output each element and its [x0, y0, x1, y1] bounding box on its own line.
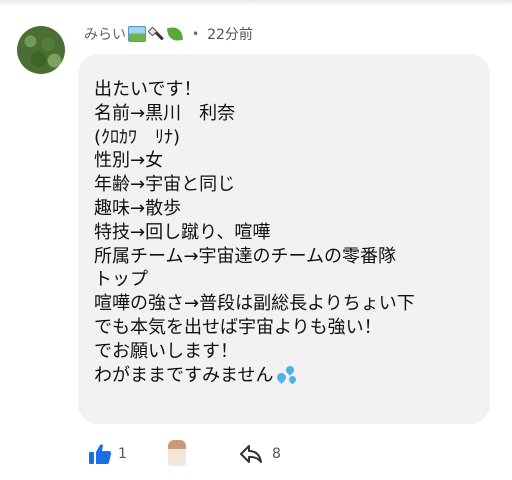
comment-line: (ｸﾛｶﾜ ﾘﾅ)	[94, 126, 181, 148]
paintbrush-emoji-icon	[148, 26, 164, 42]
framed-picture-emoji-icon	[128, 26, 146, 42]
comment-line: 趣味→散歩	[94, 197, 182, 219]
leaf-emoji-icon	[166, 25, 184, 43]
comment-header: みらい • 22分前	[84, 22, 253, 46]
separator-dot: •	[192, 27, 200, 41]
comment-line: 年齢→宇宙と同じ	[94, 174, 236, 196]
comment-line: 名前→黒川 利奈	[94, 102, 236, 124]
avatar[interactable]	[17, 26, 65, 74]
top-shadow	[0, 0, 512, 6]
comment-line: でお願いします！	[94, 340, 238, 362]
comment-line: でも本気を出せば宇宙よりも強い！	[94, 316, 382, 338]
reply-count: 8	[272, 446, 281, 462]
comment-body: 出たいです！ 名前→黒川 利奈 (ｸﾛｶﾜ ﾘﾅ) 性別→女 年齢→宇宙と同じ …	[94, 78, 486, 387]
like-count: 1	[118, 446, 127, 462]
sweat-droplets-emoji-icon	[275, 363, 299, 385]
thumbs-up-icon	[89, 444, 112, 464]
comment-actions: 1	[88, 440, 127, 468]
comment-line: 出たいです！	[94, 79, 202, 100]
comment-line-text: わがままですみません	[94, 364, 274, 386]
reply-button[interactable]: 8	[238, 443, 281, 465]
comment-line: 特技→回し蹴り、喧嘩	[94, 221, 271, 243]
comment-line: 性別→女	[94, 150, 164, 172]
comment-line: トップ	[94, 269, 148, 291]
comment-line: 所属チーム→宇宙達のチームの零番隊	[94, 245, 397, 267]
timestamp: 22分前	[207, 27, 253, 43]
like-button[interactable]: 1	[88, 443, 127, 465]
comment-line: 喧嘩の強さ→普段は副総長よりちょい下	[94, 293, 415, 315]
reactor-avatar[interactable]	[168, 440, 186, 466]
comment-last-line: わがままですみません	[94, 363, 486, 388]
reply-arrow-icon	[240, 445, 262, 463]
author-name[interactable]: みらい	[84, 24, 126, 44]
